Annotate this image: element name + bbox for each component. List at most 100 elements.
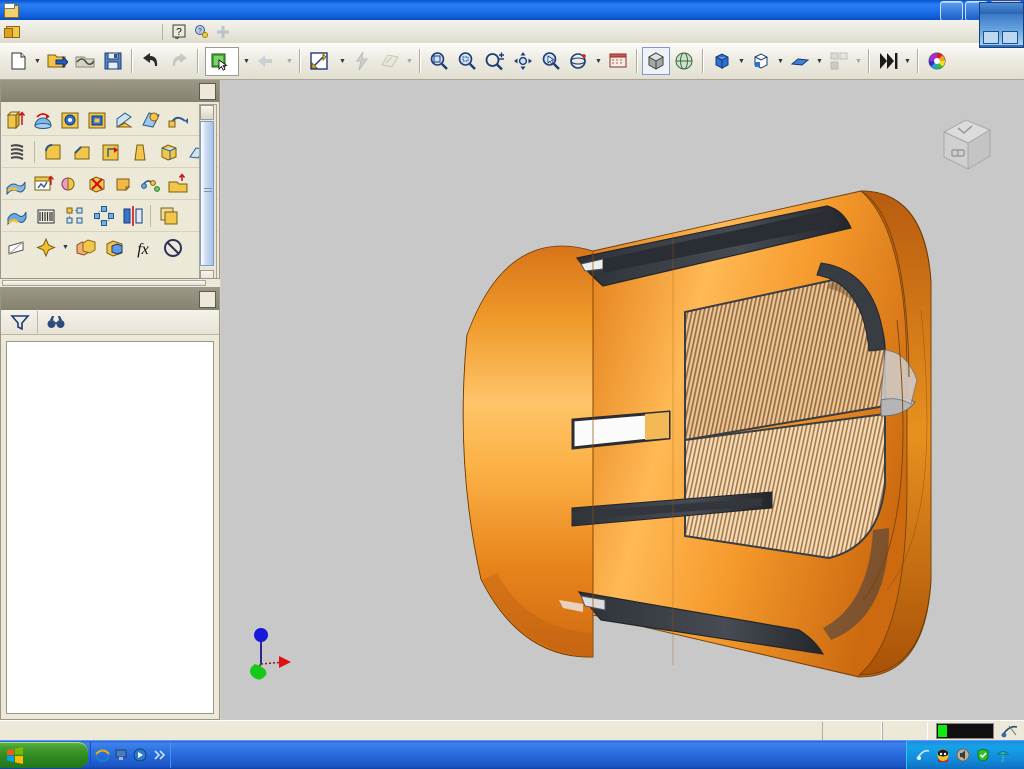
menu-view[interactable] (49, 30, 61, 34)
shaded-solid-dropdown-icon[interactable]: ▼ (736, 47, 747, 75)
stitch-surface-icon[interactable] (138, 170, 163, 197)
import-icon[interactable] (165, 170, 190, 197)
add-plus-icon[interactable] (214, 23, 232, 41)
qq-icon[interactable] (935, 747, 951, 763)
orbit-icon[interactable] (565, 47, 593, 75)
sketch-plane-dropdown-icon[interactable]: ▼ (404, 47, 415, 75)
delete-face-icon[interactable] (84, 170, 109, 197)
zoom-in-out-icon[interactable] (481, 47, 509, 75)
circular-pattern-icon[interactable] (90, 202, 117, 229)
taper-icon[interactable] (126, 138, 153, 165)
model-help-icon[interactable] (199, 291, 216, 308)
menu-help[interactable] (145, 30, 157, 34)
shadow-icon[interactable] (786, 47, 814, 75)
rectangular-pattern-icon[interactable] (61, 202, 88, 229)
fillet-icon[interactable] (39, 138, 66, 165)
splitter-track[interactable] (2, 280, 206, 286)
undo-icon[interactable] (137, 47, 165, 75)
menu-tools[interactable] (85, 30, 97, 34)
component-display-icon[interactable] (825, 47, 853, 75)
shaded-display-icon[interactable] (642, 47, 670, 75)
face-draft-icon[interactable] (97, 138, 124, 165)
zoom-window-icon[interactable] (453, 47, 481, 75)
section-view-dropdown-icon[interactable]: ▼ (902, 47, 913, 75)
return-dropdown-icon[interactable]: ▼ (284, 47, 295, 75)
umbrella-icon[interactable] (995, 747, 1011, 763)
menu-file[interactable] (25, 30, 37, 34)
section-view-icon[interactable] (874, 47, 902, 75)
menu-format[interactable] (73, 30, 85, 34)
mirror-icon[interactable] (119, 202, 146, 229)
orbit-dropdown-icon[interactable]: ▼ (593, 47, 604, 75)
boundary-patch-icon[interactable] (57, 170, 82, 197)
start-button[interactable] (0, 742, 88, 768)
look-at-icon[interactable] (604, 47, 632, 75)
menu-applications[interactable] (109, 30, 121, 34)
save-icon[interactable] (99, 47, 127, 75)
derive-icon[interactable] (155, 202, 182, 229)
open-file-icon[interactable] (43, 47, 71, 75)
shield-icon[interactable] (975, 747, 991, 763)
sculpt-icon[interactable] (3, 202, 30, 229)
features-scrollbar[interactable] (199, 104, 217, 286)
zoom-select-icon[interactable] (537, 47, 565, 75)
menu-window[interactable] (121, 30, 133, 34)
decal-icon[interactable] (30, 170, 55, 197)
work-point-dropdown-icon[interactable]: ▼ (60, 234, 71, 262)
revolve-icon[interactable] (30, 106, 55, 133)
model-panel-caption[interactable] (1, 289, 219, 310)
select-dropdown-icon[interactable]: ▼ (241, 47, 252, 75)
open-recent-icon[interactable] (71, 47, 99, 75)
new-file-dropdown-icon[interactable]: ▼ (32, 47, 43, 75)
floating-window-minimize[interactable] (983, 31, 999, 44)
media-icon[interactable] (132, 747, 148, 763)
work-point-icon[interactable] (32, 234, 59, 261)
volume-icon[interactable] (955, 747, 971, 763)
shadow-dropdown-icon[interactable]: ▼ (814, 47, 825, 75)
model-feature-tree[interactable] (6, 341, 214, 714)
minimize-button[interactable] (940, 1, 963, 21)
floating-mini-window[interactable] (979, 2, 1024, 48)
select-icon[interactable] (206, 47, 234, 75)
menu-convert[interactable] (97, 30, 109, 34)
ie-icon[interactable] (94, 747, 110, 763)
menu-website[interactable] (133, 30, 145, 34)
component-display-dropdown-icon[interactable]: ▼ (853, 47, 864, 75)
shell-icon[interactable] (84, 106, 109, 133)
sketch-dropdown-icon[interactable]: ▼ (337, 47, 348, 75)
sketch-plane-icon[interactable] (376, 47, 404, 75)
features-help-icon[interactable] (199, 83, 216, 100)
move-bodies-icon[interactable] (101, 234, 128, 261)
sketch-icon[interactable] (305, 47, 333, 75)
zoom-all-icon[interactable] (425, 47, 453, 75)
thread-icon[interactable] (3, 138, 30, 165)
pan-icon[interactable] (509, 47, 537, 75)
return-icon[interactable] (252, 47, 280, 75)
copy-feature-icon[interactable] (72, 234, 99, 261)
work-plane-icon[interactable] (3, 234, 30, 261)
filter-icon[interactable] (6, 309, 33, 336)
hole-icon[interactable] (57, 106, 82, 133)
suppress-icon[interactable] (159, 234, 186, 261)
material-color-icon[interactable] (923, 47, 951, 75)
loft-icon[interactable] (138, 106, 163, 133)
features-scroll-up-button[interactable] (200, 105, 214, 120)
panel-splitter[interactable] (0, 278, 220, 288)
emboss-icon[interactable] (3, 170, 28, 197)
menu-insert[interactable] (61, 30, 73, 34)
update-icon[interactable] (348, 47, 376, 75)
help-assistant-icon[interactable]: ? (192, 23, 210, 41)
chevron-more-icon[interactable] (151, 747, 167, 763)
parameters-icon[interactable]: fx (130, 234, 157, 261)
find-binoculars-icon[interactable] (42, 309, 69, 336)
new-file-icon[interactable] (4, 47, 32, 75)
split-icon[interactable] (155, 138, 182, 165)
replace-face-icon[interactable] (111, 170, 136, 197)
orthographic-icon[interactable] (670, 47, 698, 75)
view-cube[interactable] (932, 110, 1002, 180)
network-icon[interactable] (915, 747, 931, 763)
redo-icon[interactable] (165, 47, 193, 75)
shaded-solid-icon[interactable] (708, 47, 736, 75)
features-scroll-thumb[interactable] (200, 121, 214, 266)
extrude-icon[interactable] (3, 106, 28, 133)
